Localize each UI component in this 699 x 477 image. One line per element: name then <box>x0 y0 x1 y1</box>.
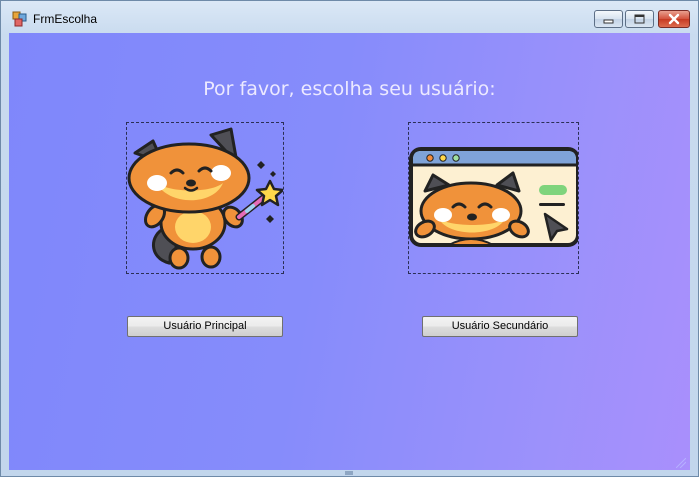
form-client-area: Por favor, escolha seu usuário: Usuário … <box>9 33 690 470</box>
form-icon <box>12 11 27 27</box>
usuario-principal-button[interactable]: Usuário Principal <box>127 316 283 337</box>
minimize-button[interactable] <box>594 10 623 28</box>
fox-browser-window-icon <box>409 147 580 247</box>
user-principal-picture[interactable] <box>126 122 285 274</box>
resize-grip-icon[interactable] <box>676 458 686 468</box>
title-bar[interactable]: FrmEscolha <box>1 1 698 33</box>
app-window: FrmEscolha Por favor, escolha seu usuári… <box>0 0 699 477</box>
page-title: Por favor, escolha seu usuário: <box>203 78 496 100</box>
maximize-icon <box>634 14 645 24</box>
user-secundario-picture[interactable] <box>408 122 580 274</box>
close-button[interactable] <box>658 10 690 28</box>
maximize-button[interactable] <box>625 10 654 28</box>
minimize-icon <box>603 19 614 24</box>
usuario-secundario-button[interactable]: Usuário Secundário <box>422 316 578 337</box>
window-bottom-edge <box>345 471 353 475</box>
fox-magic-wand-icon <box>127 127 285 270</box>
close-icon <box>668 13 680 25</box>
window-title: FrmEscolha <box>33 12 98 26</box>
